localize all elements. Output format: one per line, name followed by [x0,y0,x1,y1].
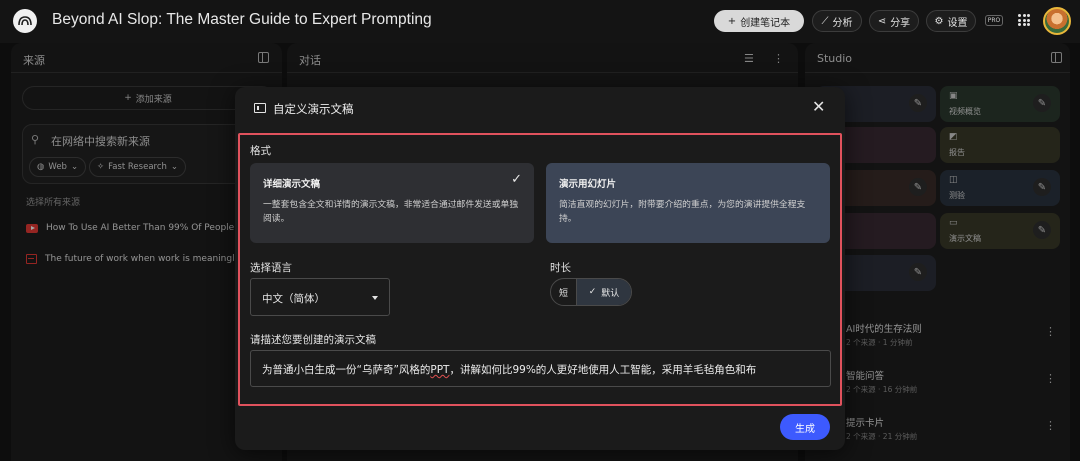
apps-grid-icon[interactable] [1018,14,1030,26]
analyze-button[interactable]: ⟋ 分析 [812,10,862,32]
language-select[interactable]: 中文（简体） [250,278,390,316]
plus-icon: + [727,15,737,27]
dropdown-caret-icon [372,296,378,300]
format-option-presenter[interactable]: 演示用幻灯片 简洁直观的幻灯片，附带要介绍的重点，为您的演讲提供全程支持。 [546,163,830,243]
avatar[interactable] [1043,7,1071,35]
create-notebook-label: 创建笔记本 [740,17,791,29]
share-label: 分享 [890,17,911,29]
format-option-title: 详细演示文稿 [263,179,321,190]
language-value: 中文（简体） [262,293,325,305]
notebook-title[interactable]: Beyond AI Slop: The Master Guide to Expe… [52,11,432,29]
pro-badge: PRO [985,15,1003,26]
description-value: 为普通小白生成一份“乌萨奇”风格的PPT，讲解如何比99%的人更好地使用人工智能… [262,362,756,377]
description-spellcheck-word: PPT [430,364,450,376]
checkmark-icon: ✓ [588,287,597,297]
checkmark-icon: ✓ [511,172,522,187]
format-option-desc: 一整套包含全文和详情的演示文稿，非常适合通过邮件发送或单独阅读。 [263,200,519,224]
duration-short-label: 短 [558,288,568,299]
share-button[interactable]: ⋖ 分享 [869,10,919,32]
generate-button[interactable]: 生成 [780,414,830,440]
duration-default-option[interactable]: ✓ 默认 [577,279,631,305]
duration-toggle: 短 ✓ 默认 [550,278,632,306]
share-icon: ⋖ [877,15,887,27]
format-option-desc: 简洁直观的幻灯片，附带要介绍的重点，为您的演讲提供全程支持。 [559,200,806,224]
describe-label: 请描述您要创建的演示文稿 [250,334,376,346]
top-bar: Beyond AI Slop: The Master Guide to Expe… [0,0,1080,42]
duration-label: 时长 [550,262,571,274]
close-icon[interactable]: ✕ [812,99,825,115]
format-label: 格式 [250,145,271,157]
customize-slides-dialog: 自定义演示文稿 ✕ 格式 详细演示文稿 ✓ 一整套包含全文和详情的演示文稿，非常… [235,87,845,450]
duration-short-option[interactable]: 短 [551,279,577,305]
description-text: 为普通小白生成一份“乌萨奇”风格的 [262,364,431,376]
duration-default-label: 默认 [601,288,620,299]
description-textarea[interactable]: 为普通小白生成一份“乌萨奇”风格的PPT，讲解如何比99%的人更好地使用人工智能… [250,350,831,387]
notebooklm-logo-icon[interactable] [13,9,37,33]
format-option-title: 演示用幻灯片 [559,179,617,190]
settings-button[interactable]: ⚙ 设置 [926,10,976,32]
create-notebook-button[interactable]: + 创建笔记本 [714,10,804,32]
slides-icon [254,103,266,113]
settings-label: 设置 [947,17,968,29]
description-text: ，讲解如何比99%的人更好地使用人工智能，采用羊毛毡角色和布 [449,364,757,376]
dialog-title: 自定义演示文稿 [273,102,354,116]
gear-icon: ⚙ [934,15,944,27]
format-option-detailed[interactable]: 详细演示文稿 ✓ 一整套包含全文和详情的演示文稿，非常适合通过邮件发送或单独阅读… [250,163,534,243]
trend-icon: ⟋ [821,15,829,27]
analyze-label: 分析 [832,17,853,29]
language-label: 选择语言 [250,262,292,274]
